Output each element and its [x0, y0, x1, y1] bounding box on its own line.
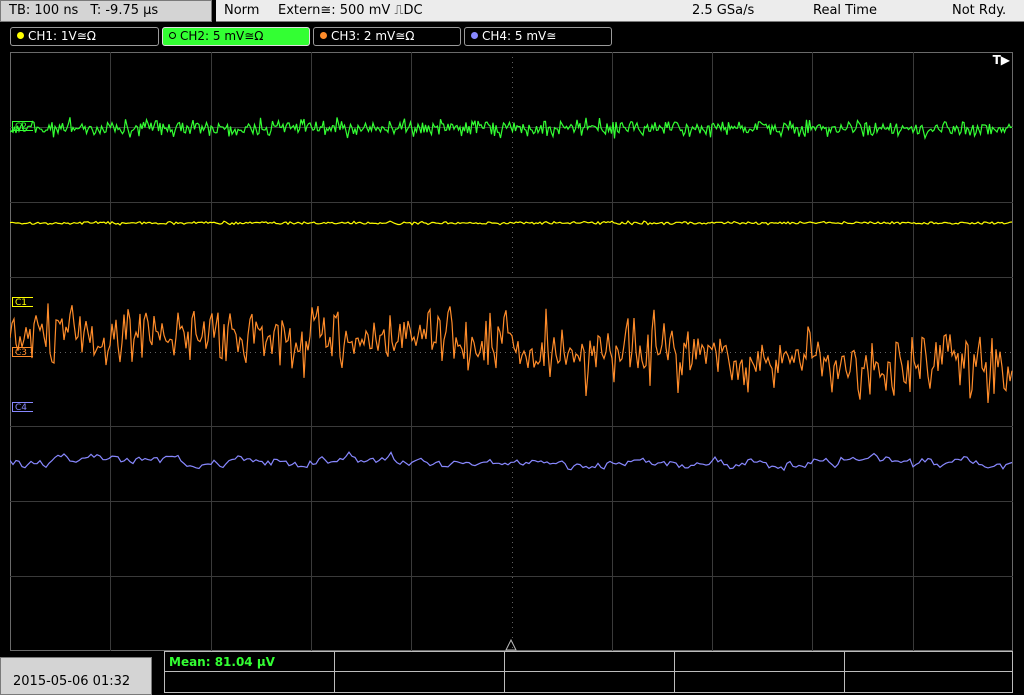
ch3-reference-marker[interactable]: C3	[12, 347, 34, 358]
ch1-color-dot	[17, 32, 24, 39]
datetime-display: 2015-05-06 01:32	[0, 657, 152, 695]
measurement-slot[interactable]	[335, 652, 505, 672]
tab-ch2[interactable]: CH2: 5 mV≅Ω	[162, 27, 310, 46]
tab-ch4[interactable]: CH4: 5 mV≅	[464, 27, 612, 46]
plot-border	[10, 52, 1013, 651]
measurement-slot[interactable]	[675, 672, 845, 692]
ch4-reference-marker[interactable]: C4	[12, 402, 34, 413]
acquisition-mode[interactable]: Real Time	[813, 0, 877, 22]
oscilloscope-screen: TB: 100 ns T: -9.75 µs Norm Extern≅: 500 …	[0, 0, 1024, 695]
ch4-color-dot	[471, 32, 478, 39]
measurement-slot[interactable]	[675, 652, 845, 672]
trigger-source[interactable]: Extern≅: 500 mV ⎍DC	[278, 0, 423, 22]
trigger-time-value: T: -9.75 µs	[90, 3, 159, 18]
measurement-slot[interactable]	[845, 672, 1012, 692]
trigger-mode[interactable]: Norm	[224, 0, 259, 22]
ch1-reference-marker[interactable]: C1	[12, 297, 34, 308]
tab-ch1[interactable]: CH1: 1V≅Ω	[10, 27, 159, 46]
measurement-table[interactable]: Mean: 81.04 µV	[164, 651, 1013, 693]
tab-ch2-label: CH2: 5 mV≅Ω	[180, 29, 264, 43]
ch2-reference-marker[interactable]: C2	[12, 121, 34, 132]
measurement-slot[interactable]	[845, 652, 1012, 672]
measurement-mean[interactable]: Mean: 81.04 µV	[165, 652, 335, 672]
tab-ch4-label: CH4: 5 mV≅	[482, 29, 557, 43]
trigger-level-marker[interactable]: T▶	[993, 53, 1010, 67]
tab-ch1-label: CH1: 1V≅Ω	[28, 29, 96, 43]
tab-ch3[interactable]: CH3: 2 mV≅Ω	[313, 27, 461, 46]
ch3-color-dot	[320, 32, 327, 39]
measurement-slot[interactable]	[335, 672, 505, 692]
tab-ch3-label: CH3: 2 mV≅Ω	[331, 29, 415, 43]
ch2-color-dot	[169, 32, 176, 39]
waveform-canvas	[10, 52, 1013, 651]
waveform-display[interactable]	[10, 52, 1013, 651]
timebase-panel[interactable]: TB: 100 ns T: -9.75 µs	[0, 0, 212, 22]
timebase-value: TB: 100 ns	[9, 3, 79, 18]
measurement-slot[interactable]	[505, 652, 675, 672]
acquisition-status: Not Rdy.	[952, 3, 1007, 18]
trigger-status-bar[interactable]: Norm Extern≅: 500 mV ⎍DC 2.5 GSa/s Real …	[216, 0, 1024, 22]
measurement-slot[interactable]	[165, 672, 335, 692]
measurement-slot[interactable]	[505, 672, 675, 692]
sample-rate[interactable]: 2.5 GSa/s	[692, 0, 754, 22]
